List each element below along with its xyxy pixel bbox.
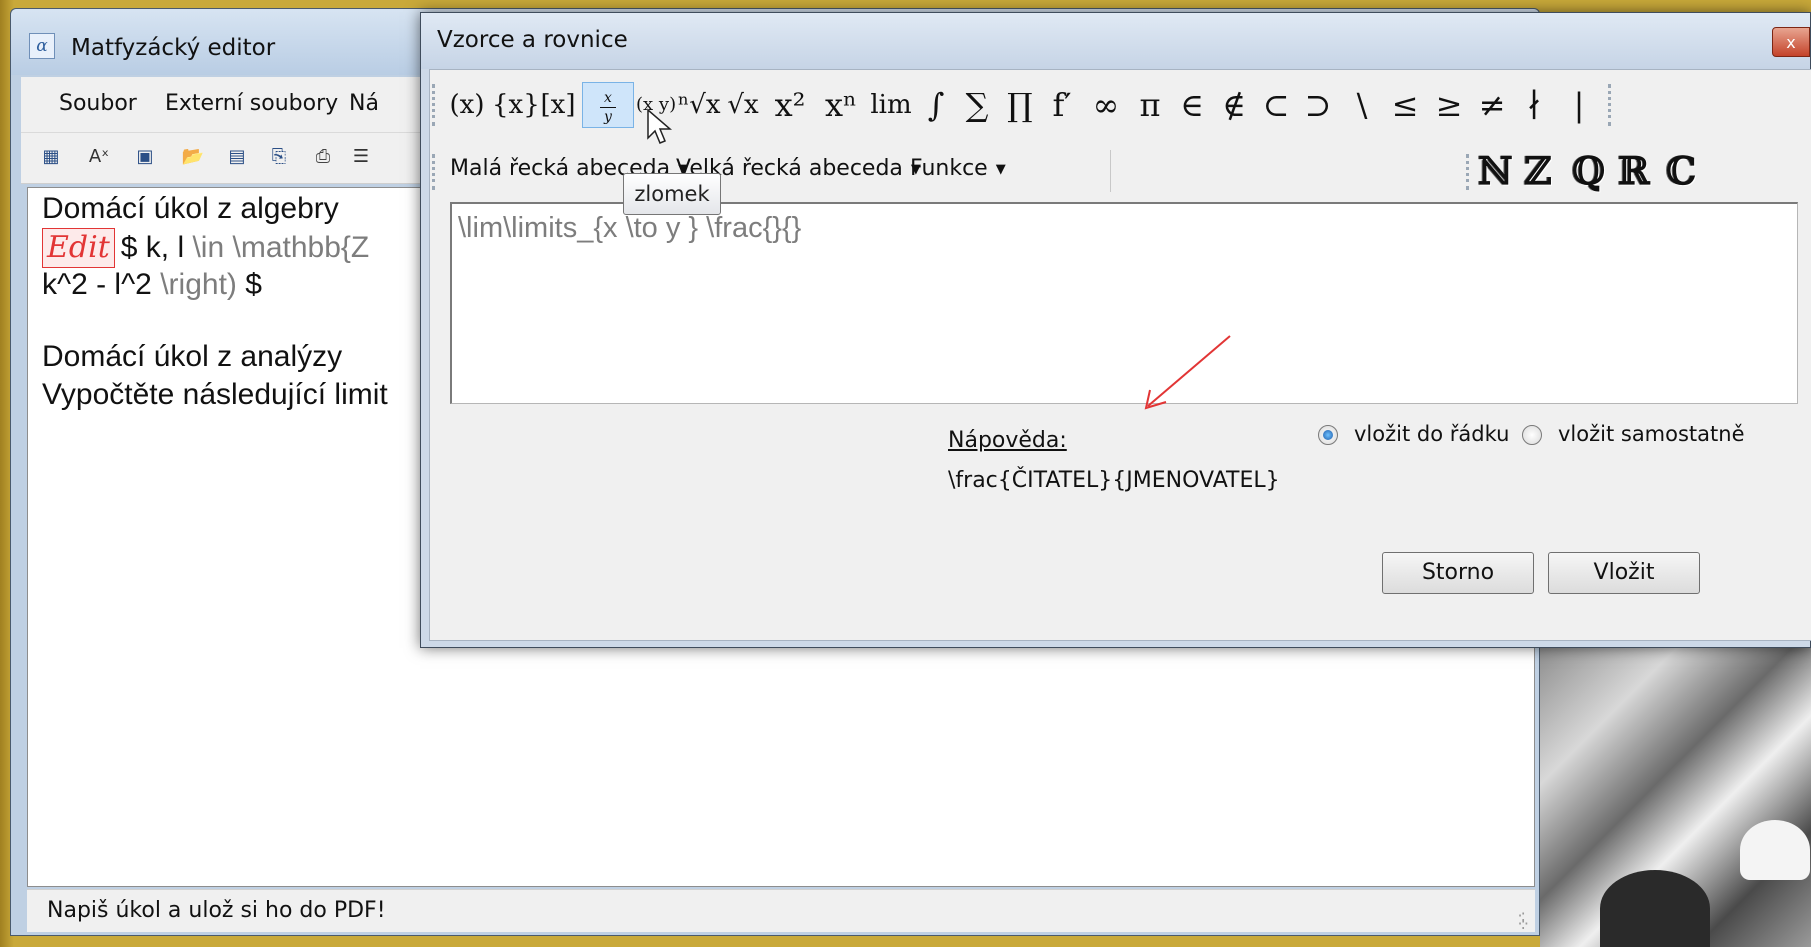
close-icon: x [1786, 33, 1796, 52]
sym-braces[interactable]: {x} [492, 82, 540, 128]
doc-formula-text: $ k, l [120, 231, 185, 264]
set-integers[interactable]: ℤ [1524, 148, 1552, 194]
sym-brackets[interactable]: [x] [538, 82, 578, 128]
dialog-title: Vzorce a rovnice [437, 27, 628, 53]
frac-numerator: x [604, 90, 612, 106]
doc-line-heading-analysis: Domácí úkol z analýzy [42, 340, 343, 373]
sym-product[interactable]: ∏ [1000, 82, 1040, 128]
sym-less-equal[interactable]: ≤ [1384, 82, 1426, 128]
sym-not-element-of[interactable]: ∉ [1214, 82, 1254, 128]
sym-integral[interactable]: ∫ [918, 82, 954, 128]
open-folder-icon[interactable]: 📂 [177, 141, 209, 173]
menu-napoveda[interactable]: Ná [349, 91, 379, 116]
formula-dialog: Vzorce a rovnice x (x) {x} [x] x y (x y)… [420, 12, 1811, 648]
toolbar-grip[interactable] [432, 154, 439, 190]
symbol-toolbar: (x) {x} [x] x y (x y) ⁿ√x √x x² xⁿ lim ∫… [430, 70, 1811, 142]
dialog-titlebar[interactable]: Vzorce a rovnice x [421, 13, 1810, 69]
radio-unchecked-icon [1522, 425, 1542, 445]
doc-formula-text: $ [245, 268, 262, 301]
tex-export-icon[interactable]: ⎘ [263, 141, 295, 173]
sym-nth-root[interactable]: ⁿ√x [678, 82, 720, 128]
doc-formula-text: k^2 - l^2 [42, 268, 152, 301]
main-window-title: Matfyzácký editor [71, 35, 276, 61]
wallpaper-figure [1600, 870, 1710, 947]
toolbar-grip[interactable] [432, 84, 439, 126]
sym-square[interactable]: x² [766, 82, 814, 128]
set-complex[interactable]: ℂ [1666, 148, 1696, 194]
doc-formula-tex: \right) [160, 268, 237, 301]
radio-insert-standalone[interactable]: vložit samostatně [1522, 422, 1745, 454]
status-text: Napiš úkol a ulož si ho do PDF! [47, 898, 386, 923]
doc-formula-tex: \in \mathbb{Z [192, 231, 370, 264]
sym-not-divides[interactable]: ∤ [1514, 82, 1554, 128]
mouse-cursor-icon [647, 108, 673, 144]
radio-insert-inline[interactable]: vložit do řádku [1318, 422, 1509, 454]
sym-setminus[interactable]: \ [1342, 82, 1382, 128]
cancel-button[interactable]: Storno [1382, 552, 1534, 594]
resize-grip-icon[interactable]: ·: ·:· [1517, 908, 1528, 932]
app-icon: α [29, 33, 55, 59]
set-naturals[interactable]: ℕ [1478, 148, 1513, 194]
list-icon[interactable]: ☰ [345, 141, 377, 173]
set-reals[interactable]: ℝ [1618, 148, 1650, 194]
formula-input[interactable]: \lim\limits_{x \to y } \frac{}{} [450, 202, 1798, 404]
radio-checked-icon [1318, 425, 1338, 445]
pdf-export-icon[interactable]: ⎙ [307, 141, 339, 173]
set-rationals[interactable]: ℚ [1572, 148, 1605, 194]
help-label: Nápověda: [948, 428, 1067, 453]
help-text: \frac{ČITATEL}{JMENOVATEL} [948, 468, 1280, 493]
superscript-icon[interactable]: Aˣ [83, 141, 115, 173]
sym-not-equal[interactable]: ≠ [1472, 82, 1512, 128]
sym-greater-equal[interactable]: ≥ [1428, 82, 1470, 128]
doc-line-task: Vypočtěte následující limit [42, 378, 388, 411]
sym-infinity[interactable]: ∞ [1084, 82, 1128, 128]
template-icon[interactable]: ▦ [35, 141, 67, 173]
equation-icon[interactable]: ▣ [129, 141, 161, 173]
sym-sum[interactable]: ∑ [956, 82, 998, 128]
dialog-body: (x) {x} [x] x y (x y) ⁿ√x √x x² xⁿ lim ∫… [429, 69, 1811, 641]
tooltip: zlomek [623, 173, 721, 215]
menu-externi-soubory[interactable]: Externí soubory [165, 91, 338, 116]
sym-limit[interactable]: lim [868, 82, 914, 128]
radio-insert-inline-label: vložit do řádku [1354, 422, 1510, 446]
save-icon[interactable]: ▤ [221, 141, 253, 173]
menu-soubor[interactable]: Soubor [59, 91, 137, 116]
sym-parentheses[interactable]: (x) [444, 82, 490, 128]
sym-subset[interactable]: ⊂ [1256, 82, 1296, 128]
insert-button[interactable]: Vložit [1548, 552, 1700, 594]
sym-element-of[interactable]: ∈ [1172, 82, 1212, 128]
sym-pi[interactable]: π [1130, 82, 1170, 128]
sym-sqrt[interactable]: √x [722, 82, 764, 128]
dropdown-functions-label: Funkce [910, 156, 988, 181]
radio-insert-standalone-label: vložit samostatně [1558, 422, 1745, 446]
toolbar-separator [1110, 150, 1111, 192]
frac-denominator: y [604, 109, 612, 125]
annotation-arrow-icon [1144, 335, 1231, 410]
close-button[interactable]: x [1772, 27, 1810, 57]
doc-line-heading-algebra: Domácí úkol z algebry [42, 192, 339, 225]
sym-fraction[interactable]: x y [582, 82, 634, 128]
sym-superset[interactable]: ⊃ [1298, 82, 1338, 128]
sym-power[interactable]: xⁿ [816, 82, 866, 128]
dropdown-functions[interactable]: Funkce ▼ [910, 156, 1006, 181]
sym-divides[interactable]: | [1564, 82, 1594, 128]
toolbar-grip[interactable] [1608, 84, 1615, 126]
chevron-down-icon: ▼ [995, 161, 1006, 177]
sym-derivative[interactable]: f′ [1042, 82, 1082, 128]
toolbar-grip[interactable] [1466, 154, 1473, 190]
doc-line-formula: Edit $ k, l \in \mathbb{Z [42, 228, 369, 268]
statusbar: Napiš úkol a ulož si ho do PDF! ·: ·:· [27, 889, 1535, 932]
edit-badge[interactable]: Edit [42, 228, 115, 268]
frac-bar [600, 107, 616, 108]
wallpaper-helmet [1740, 820, 1810, 880]
doc-line-formula-cont: k^2 - l^2 \right) $ [42, 268, 262, 302]
